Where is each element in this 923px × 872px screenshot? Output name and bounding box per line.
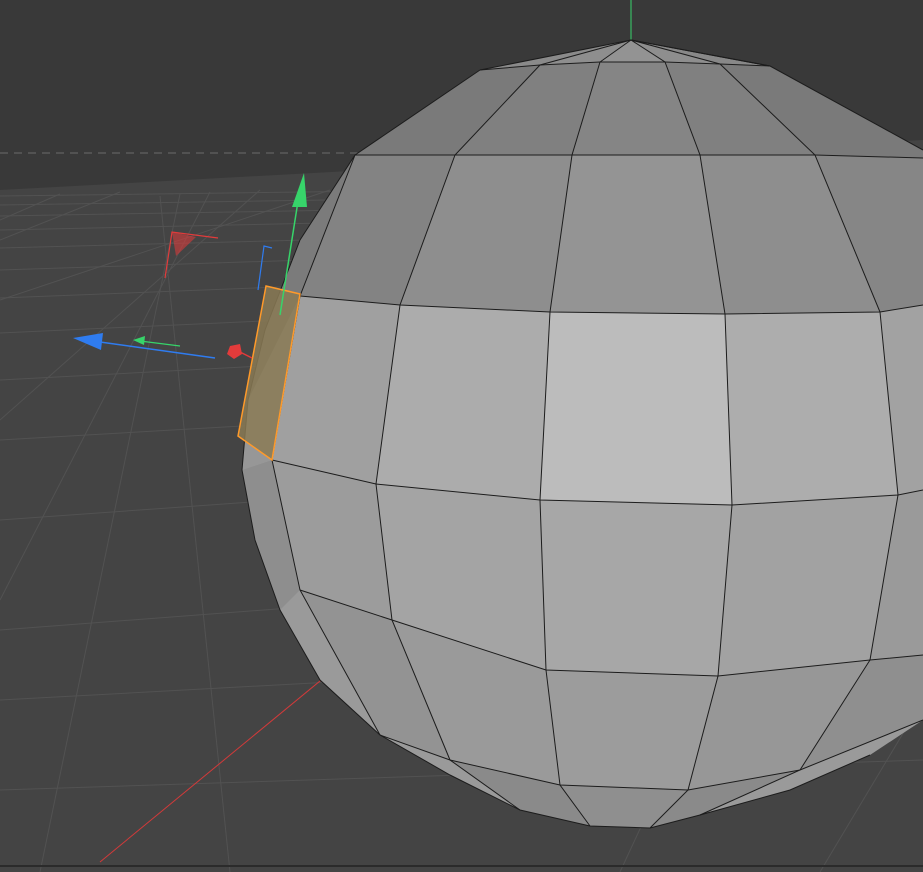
3d-viewport[interactable] xyxy=(0,0,923,872)
viewport-canvas[interactable] xyxy=(0,0,923,872)
